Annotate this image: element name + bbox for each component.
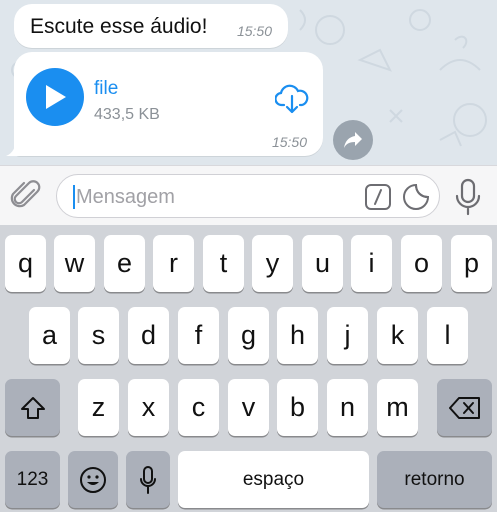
key-t[interactable]: t [203,235,244,292]
message-time: 15:50 [271,134,307,150]
key-b[interactable]: b [277,379,318,436]
key-i[interactable]: i [351,235,392,292]
slash-command-icon[interactable] [364,183,392,211]
key-j[interactable]: j [327,307,368,364]
message-field[interactable] [56,174,440,218]
key-h[interactable]: h [277,307,318,364]
key-f[interactable]: f [178,307,219,364]
text-message-bubble[interactable]: Escute esse áudio! 15:50 [14,4,288,48]
key-u[interactable]: u [302,235,343,292]
key-m[interactable]: m [377,379,418,436]
microphone-icon[interactable] [453,178,483,216]
forward-button[interactable] [333,120,373,160]
key-r[interactable]: r [153,235,194,292]
key-o[interactable]: o [401,235,442,292]
play-icon [46,85,66,109]
cloud-download-icon[interactable] [275,84,309,114]
key-x[interactable]: x [128,379,169,436]
key-q[interactable]: q [5,235,46,292]
file-message-bubble[interactable]: file 433,5 KB 15:50 [6,52,323,156]
key-y[interactable]: y [252,235,293,292]
message-time: 15:50 [236,23,272,39]
space-key[interactable]: espaço [178,451,369,508]
shift-icon [20,396,45,419]
key-g[interactable]: g [228,307,269,364]
key-a[interactable]: a [29,307,70,364]
message-text: Escute esse áudio! [30,15,208,38]
chat-area: Escute esse áudio! 15:50 file 433,5 KB 1… [0,0,497,165]
key-s[interactable]: s [78,307,119,364]
emoji-key[interactable] [68,451,118,508]
on-screen-keyboard: q w e r t y u i o p a s d f g h j k l z … [0,225,497,512]
shift-key[interactable] [5,379,60,436]
key-c[interactable]: c [178,379,219,436]
forward-arrow-icon [344,132,362,148]
file-size: 433,5 KB [94,106,160,123]
bubble-tail [6,138,26,156]
play-button[interactable] [26,68,84,126]
key-l[interactable]: l [427,307,468,364]
key-k[interactable]: k [377,307,418,364]
numbers-key[interactable]: 123 [5,451,60,508]
key-d[interactable]: d [128,307,169,364]
key-v[interactable]: v [228,379,269,436]
message-input-bar [0,165,497,225]
paperclip-icon[interactable] [10,178,44,214]
backspace-key[interactable] [437,379,492,436]
key-p[interactable]: p [451,235,492,292]
text-caret [73,185,75,209]
sticker-icon[interactable] [401,182,431,212]
backspace-icon [448,396,480,419]
key-e[interactable]: e [104,235,145,292]
emoji-icon [80,466,106,493]
dictation-key[interactable] [126,451,170,508]
key-z[interactable]: z [78,379,119,436]
message-input[interactable] [76,181,346,213]
key-w[interactable]: w [54,235,95,292]
key-n[interactable]: n [327,379,368,436]
return-key[interactable]: retorno [377,451,492,508]
file-name: file [94,78,119,99]
microphone-icon [140,465,156,494]
